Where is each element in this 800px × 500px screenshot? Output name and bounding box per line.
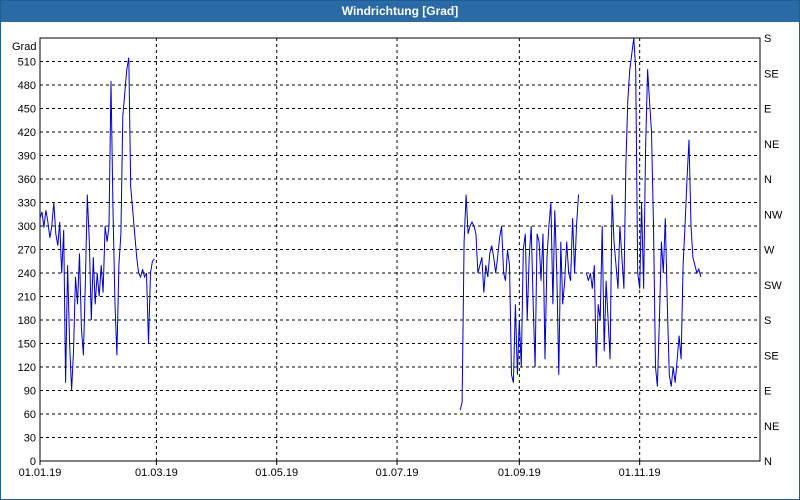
x-tick-label: 01.03.19	[135, 467, 178, 479]
y-tick-label: 480	[18, 80, 36, 92]
y-tick-label: 330	[18, 198, 36, 210]
y2-tick-label: N	[764, 174, 772, 186]
x-tick-label: 01.05.19	[255, 467, 298, 479]
y2-tick-label: W	[764, 245, 775, 257]
y2-tick-label: NE	[764, 421, 779, 433]
y-tick-label: 360	[18, 174, 36, 186]
y2-tick-label: E	[764, 386, 771, 398]
y-axis-label: Grad	[12, 41, 36, 53]
y-tick-label: 180	[18, 315, 36, 327]
y-tick-label: 150	[18, 339, 36, 351]
y2-tick-label: E	[764, 104, 771, 116]
wind-direction-series-line	[39, 57, 155, 391]
y-tick-label: 420	[18, 127, 36, 139]
y2-tick-label: SE	[764, 350, 779, 362]
y2-tick-label: N	[764, 456, 772, 468]
right-axis: N NE E SE S SW W NW N NE E SE S	[764, 33, 783, 468]
y2-tick-label: NW	[764, 209, 783, 221]
y2-tick-label: SE	[764, 68, 779, 80]
wind-direction-series-line	[585, 37, 702, 387]
y2-tick-label: SW	[764, 280, 782, 292]
grid-lines	[40, 38, 760, 461]
x-tick-label: 01.09.19	[498, 467, 541, 479]
series-layer	[39, 37, 702, 411]
left-axis: 0306090120150180210240270300330360390420…	[18, 57, 36, 469]
y-tick-label: 390	[18, 151, 36, 163]
y-tick-label: 60	[24, 409, 36, 421]
y-tick-label: 120	[18, 362, 36, 374]
y-tick-label: 510	[18, 57, 36, 69]
y2-tick-label: S	[764, 315, 771, 327]
y2-tick-label: NE	[764, 139, 779, 151]
y-tick-label: 300	[18, 221, 36, 233]
x-tick-label: 01.07.19	[376, 467, 419, 479]
y-tick-label: 240	[18, 268, 36, 280]
y-tick-label: 450	[18, 104, 36, 116]
x-tick-label: 01.01.19	[19, 467, 62, 479]
y-tick-label: 30	[24, 433, 36, 445]
y-tick-label: 90	[24, 386, 36, 398]
y-tick-label: 270	[18, 245, 36, 257]
x-tick-label: 01.11.19	[619, 467, 661, 479]
x-axis: 01.01.19 01.03.19 01.05.19 01.07.19 01.09.19…	[19, 461, 661, 479]
line-chart: 0306090120150180210240270300330360390420…	[12, 33, 783, 479]
y2-tick-label: S	[764, 33, 771, 45]
y-tick-label: 210	[18, 292, 36, 304]
